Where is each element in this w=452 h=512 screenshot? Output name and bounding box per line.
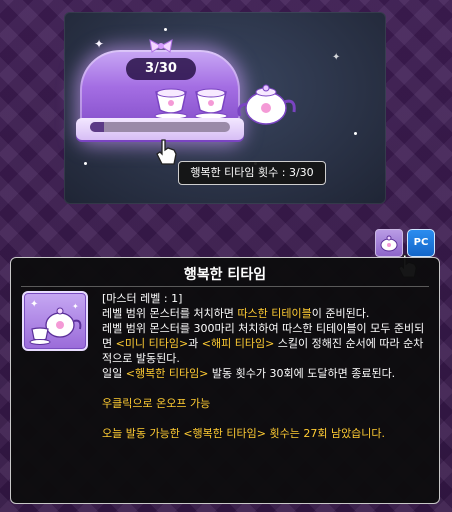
desc-line-1: 레벨 범위 몬스터를 처치하면 따스한 티테이블이 준비된다. bbox=[102, 306, 432, 321]
teacup-icon bbox=[194, 88, 228, 120]
toggle-hint: 우클릭으로 온오프 가능 bbox=[102, 397, 211, 410]
star-dot-icon bbox=[84, 162, 87, 165]
highlight-text: 따스한 티테이블 bbox=[237, 307, 312, 320]
sparkle-icon: ✦ bbox=[94, 37, 105, 51]
desc-text: 발동 횟수가 30회에 도달하면 종료된다. bbox=[208, 367, 396, 380]
teapot-icon bbox=[237, 84, 296, 125]
highlight-text: <미니 티타임> bbox=[115, 337, 189, 350]
tea-time-progress-bar bbox=[90, 122, 230, 132]
desc-text: 과 bbox=[188, 337, 202, 350]
star-dot-icon bbox=[354, 132, 357, 135]
tea-time-counter: 3/30 bbox=[126, 58, 196, 80]
skill-description: [마스터 레벨 : 1] 레벨 범위 몬스터를 처치하면 따스한 티테이블이 준… bbox=[102, 291, 432, 441]
pointer-hand-icon bbox=[156, 139, 177, 165]
desc-text: 레벨 범위 몬스터를 처치하면 bbox=[102, 307, 238, 320]
skill-title: 행복한 티타임 bbox=[183, 267, 267, 283]
progress-fill bbox=[90, 122, 104, 132]
highlight-text: <해피 티타임> bbox=[201, 337, 275, 350]
sparkle-icon: ✦ bbox=[332, 52, 341, 63]
master-level-text: [마스터 레벨 : 1] bbox=[102, 292, 183, 305]
highlight-text: <행복한 티타임> bbox=[125, 367, 209, 380]
divider bbox=[21, 286, 429, 287]
happy-tea-time-skill-icon: ✦ ✦ bbox=[22, 291, 88, 351]
svg-text:✦: ✦ bbox=[72, 302, 79, 311]
desc-line-3: 일일 <행복한 티타임> 발동 횟수가 30회에 도달하면 종료된다. bbox=[102, 366, 432, 381]
desc-text: 이 준비된다. bbox=[311, 307, 370, 320]
tea-time-count-tooltip: 행복한 티타임 횟수 : 3/30 bbox=[178, 161, 326, 185]
tea-set-icon: ✦ ✦ bbox=[29, 299, 82, 345]
star-dot-icon bbox=[164, 28, 167, 31]
teacup-icon bbox=[154, 88, 188, 120]
remaining-count-text: 오늘 발동 가능한 <행복한 티타임> 횟수는 27회 남았습니다. bbox=[102, 427, 386, 440]
bow-icon bbox=[149, 39, 173, 53]
desc-text: 일일 bbox=[102, 367, 126, 380]
desc-line-2: 레벨 범위 몬스터를 300마리 처치하여 따스한 티테이블이 모두 준비되면 … bbox=[102, 321, 432, 366]
svg-text:✦: ✦ bbox=[30, 299, 38, 310]
